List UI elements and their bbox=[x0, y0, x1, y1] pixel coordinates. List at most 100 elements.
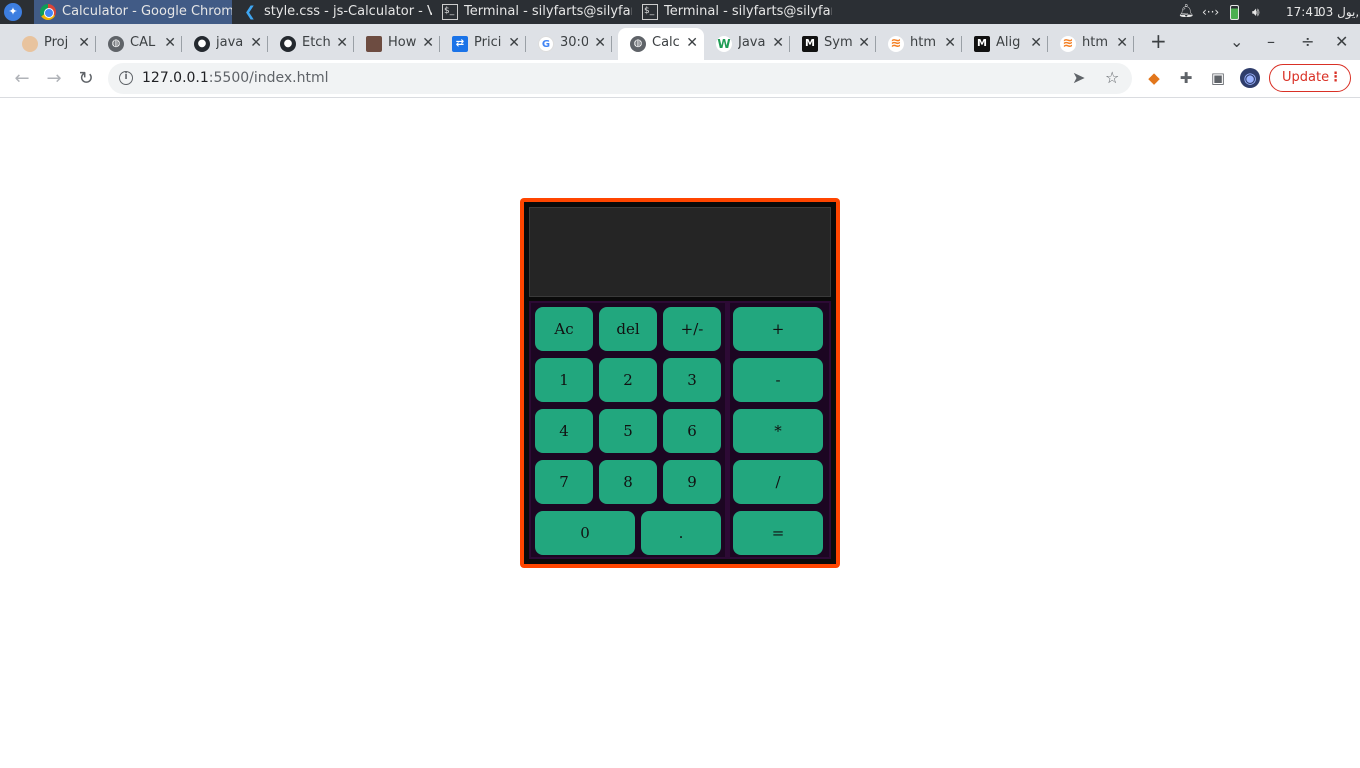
notification-bell-icon[interactable]: 🔔︎ bbox=[1178, 0, 1195, 24]
app-menu-icon[interactable]: ✦ bbox=[4, 3, 22, 21]
multiply-button[interactable]: * bbox=[733, 409, 823, 453]
digit-1-button[interactable]: 1 bbox=[535, 358, 593, 402]
side-panel-icon[interactable]: ▣ bbox=[1208, 68, 1228, 88]
profile-avatar-icon[interactable]: ◉ bbox=[1240, 68, 1260, 88]
taskbar-task-label: style.css - js-Calculator - Vis... bbox=[264, 4, 432, 19]
tab-close-icon[interactable]: ✕ bbox=[422, 35, 434, 51]
more-menu-icon[interactable]: ⋮ bbox=[1329, 65, 1342, 91]
tab-label: CAL bbox=[130, 35, 156, 50]
battery-icon[interactable] bbox=[1230, 0, 1239, 24]
tab-label: java bbox=[216, 35, 244, 50]
digit-7-button[interactable]: 7 bbox=[535, 460, 593, 504]
volume-icon[interactable]: 🔊︎ bbox=[1252, 0, 1260, 24]
digit-8-button[interactable]: 8 bbox=[599, 460, 657, 504]
update-button-label: Update bbox=[1282, 70, 1330, 85]
reload-icon[interactable]: ↻ bbox=[73, 66, 99, 92]
tab-label: htm bbox=[1082, 35, 1108, 50]
tab-close-icon[interactable]: ✕ bbox=[944, 35, 956, 51]
bookmark-star-icon[interactable]: ☆ bbox=[1105, 68, 1119, 87]
vscode-icon: ❮ bbox=[244, 4, 256, 20]
divide-button[interactable]: / bbox=[733, 460, 823, 504]
swap-icon: ⇄ bbox=[452, 36, 468, 52]
tab-label: Proj bbox=[44, 35, 69, 50]
tab-close-icon[interactable]: ✕ bbox=[686, 35, 698, 51]
os-taskbar: ✦ Calculator - Google Chrome ❮ style.css… bbox=[0, 0, 1360, 24]
digit-0-button[interactable]: 0 bbox=[535, 511, 635, 555]
browser-tab[interactable]: M Alig ✕ bbox=[962, 28, 1048, 60]
extensions-puzzle-icon[interactable]: ✚ bbox=[1176, 68, 1196, 88]
terminal-icon: $_ bbox=[442, 4, 458, 20]
back-arrow-icon[interactable]: ← bbox=[9, 66, 35, 92]
tab-search-chevron-icon[interactable]: ⌄ bbox=[1230, 32, 1243, 51]
browser-tab[interactable]: ⇄ Prici ✕ bbox=[440, 28, 526, 60]
tab-close-icon[interactable]: ✕ bbox=[250, 35, 262, 51]
digit-3-button[interactable]: 3 bbox=[663, 358, 721, 402]
minimize-window-icon[interactable]: – bbox=[1267, 32, 1275, 51]
browser-tab[interactable]: W Java ✕ bbox=[704, 28, 790, 60]
operator-column-divider bbox=[725, 303, 730, 557]
tab-favicon-icon bbox=[22, 36, 38, 52]
taskbar-task-terminal-2[interactable]: $_ Terminal - silyfarts@silyfart... bbox=[636, 0, 832, 24]
tab-label: Java bbox=[738, 35, 766, 50]
taskbar-task-label: Calculator - Google Chrome bbox=[62, 4, 232, 19]
tab-label: Alig bbox=[996, 35, 1021, 50]
calculator-display bbox=[529, 207, 831, 297]
browser-tab[interactable]: ≋ htm ✕ bbox=[1048, 28, 1134, 60]
tab-close-icon[interactable]: ✕ bbox=[508, 35, 520, 51]
clock-date[interactable]: 03 يول, bbox=[1318, 0, 1359, 24]
new-tab-plus-icon[interactable]: + bbox=[1150, 29, 1167, 53]
tab-close-icon[interactable]: ✕ bbox=[772, 35, 784, 51]
close-window-icon[interactable]: ✕ bbox=[1335, 32, 1348, 51]
subtract-button[interactable]: - bbox=[733, 358, 823, 402]
update-button[interactable]: Update ⋮ bbox=[1269, 64, 1351, 92]
metamask-fox-icon[interactable]: ◆ bbox=[1144, 68, 1164, 88]
taskbar-task-chrome[interactable]: Calculator - Google Chrome bbox=[34, 0, 232, 24]
address-bar[interactable]: i 127.0.0.1:5500/index.html ➤ ☆ bbox=[108, 63, 1132, 94]
terminal-icon: $_ bbox=[642, 4, 658, 20]
tab-favicon-icon: ◍ bbox=[108, 36, 124, 52]
tab-close-icon[interactable]: ✕ bbox=[594, 35, 606, 51]
browser-tab[interactable]: ◍ CAL ✕ bbox=[96, 28, 182, 60]
maximize-window-icon[interactable]: ÷ bbox=[1301, 32, 1314, 51]
clear-all-button[interactable]: Ac bbox=[535, 307, 593, 351]
clock-time[interactable]: 17:41 bbox=[1286, 0, 1321, 24]
site-info-icon[interactable]: i bbox=[119, 71, 133, 85]
browser-tab-active[interactable]: ◍ Calc ✕ bbox=[618, 28, 704, 60]
tab-close-icon[interactable]: ✕ bbox=[858, 35, 870, 51]
tab-close-icon[interactable]: ✕ bbox=[1116, 35, 1128, 51]
browser-tab[interactable]: How ✕ bbox=[354, 28, 440, 60]
taskbar-task-terminal-1[interactable]: $_ Terminal - silyfarts@silyfart... bbox=[436, 0, 632, 24]
delete-button[interactable]: del bbox=[599, 307, 657, 351]
toggle-sign-button[interactable]: +/- bbox=[663, 307, 721, 351]
calculator-body: Ac del +/- + 1 2 3 - 4 5 6 * 7 8 9 / 0 .… bbox=[524, 202, 836, 564]
chrome-icon bbox=[40, 4, 56, 20]
browser-tab[interactable]: G 30:0 ✕ bbox=[526, 28, 612, 60]
taskbar-task-label: Terminal - silyfarts@silyfart... bbox=[464, 4, 632, 19]
tab-close-icon[interactable]: ✕ bbox=[1030, 35, 1042, 51]
browser-tab[interactable]: ● Etch ✕ bbox=[268, 28, 354, 60]
network-icon[interactable]: ‹··› bbox=[1202, 0, 1219, 24]
add-button[interactable]: + bbox=[733, 307, 823, 351]
tab-close-icon[interactable]: ✕ bbox=[336, 35, 348, 51]
browser-tab[interactable]: Proj ✕ bbox=[10, 28, 96, 60]
digit-6-button[interactable]: 6 bbox=[663, 409, 721, 453]
equals-button[interactable]: = bbox=[733, 511, 823, 555]
tab-label: Sym bbox=[824, 35, 852, 50]
digit-4-button[interactable]: 4 bbox=[535, 409, 593, 453]
forward-arrow-icon[interactable]: → bbox=[41, 66, 67, 92]
send-icon[interactable]: ➤ bbox=[1072, 68, 1085, 87]
digit-9-button[interactable]: 9 bbox=[663, 460, 721, 504]
stackoverflow-icon: ≋ bbox=[888, 36, 904, 52]
decimal-button[interactable]: . bbox=[641, 511, 721, 555]
digit-5-button[interactable]: 5 bbox=[599, 409, 657, 453]
mdn-icon: M bbox=[974, 36, 990, 52]
address-url[interactable]: 127.0.0.1:5500/index.html bbox=[142, 70, 329, 86]
github-icon: ● bbox=[280, 36, 296, 52]
tab-close-icon[interactable]: ✕ bbox=[164, 35, 176, 51]
taskbar-task-vscode[interactable]: ❮ style.css - js-Calculator - Vis... bbox=[236, 0, 432, 24]
browser-tab[interactable]: M Sym ✕ bbox=[790, 28, 876, 60]
digit-2-button[interactable]: 2 bbox=[599, 358, 657, 402]
tab-close-icon[interactable]: ✕ bbox=[78, 35, 90, 51]
browser-tab[interactable]: ≋ htm ✕ bbox=[876, 28, 962, 60]
browser-tab[interactable]: ● java ✕ bbox=[182, 28, 268, 60]
